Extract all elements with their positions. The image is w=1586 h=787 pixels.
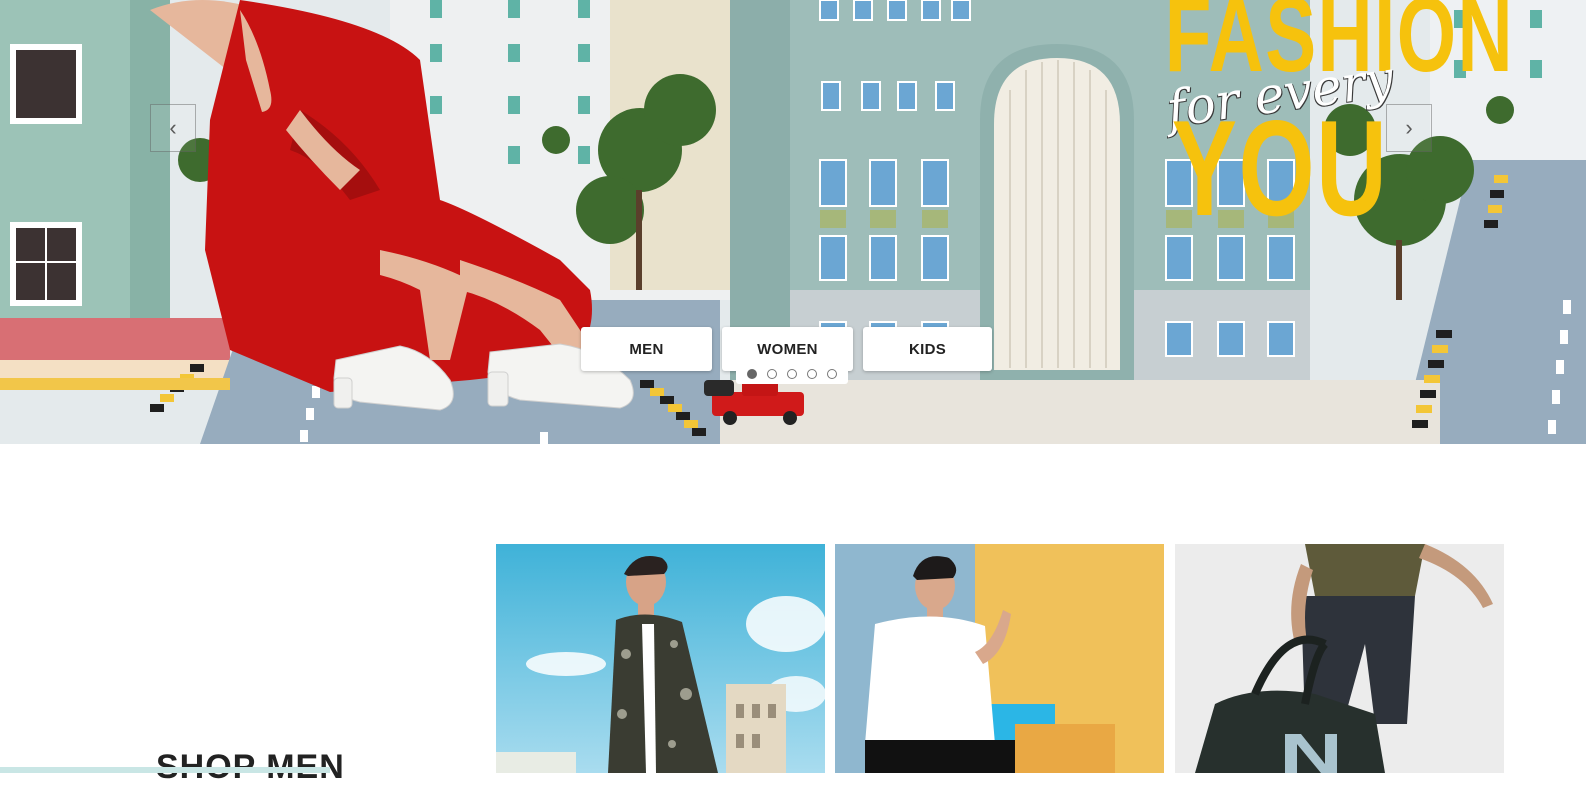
headline-you: YOU	[1171, 92, 1389, 244]
hero-banner[interactable]: FASHION for every YOU ‹ › MEN WOMEN KIDS	[0, 0, 1586, 444]
shop-men-tile-tee[interactable]	[835, 544, 1164, 773]
shop-men-tile-bag-image	[1175, 544, 1504, 773]
shop-men-tile-shirt[interactable]	[496, 544, 825, 773]
carousel-dot-1[interactable]	[747, 369, 757, 379]
carousel-dot-3[interactable]	[787, 369, 797, 379]
category-men-button[interactable]: MEN	[581, 327, 712, 371]
shop-men-tile-bag[interactable]	[1175, 544, 1504, 773]
carousel-pagination	[736, 364, 848, 384]
carousel-dot-2[interactable]	[767, 369, 777, 379]
carousel-dot-5[interactable]	[827, 369, 837, 379]
section-accent-strip	[0, 767, 330, 773]
shop-men-tile-tee-image	[835, 544, 1164, 773]
carousel-next-arrow[interactable]: ›	[1386, 104, 1432, 152]
category-kids-button[interactable]: KIDS	[863, 327, 992, 371]
shop-men-tile-shirt-image	[496, 544, 825, 773]
carousel-dot-4[interactable]	[807, 369, 817, 379]
carousel-prev-arrow[interactable]: ‹	[150, 104, 196, 152]
